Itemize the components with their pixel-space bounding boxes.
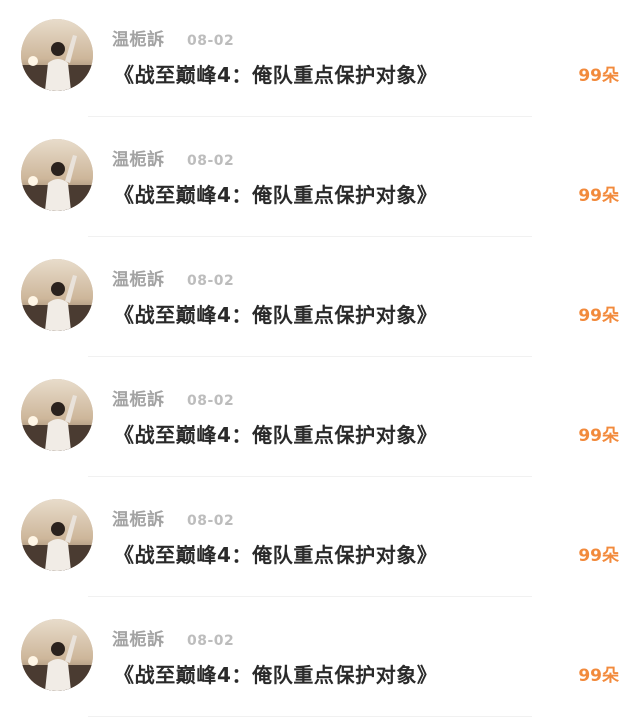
- divider: [88, 116, 532, 117]
- date: 08-02: [187, 153, 235, 169]
- avatar[interactable]: [21, 139, 93, 211]
- divider: [88, 596, 532, 597]
- date: 08-02: [187, 513, 235, 529]
- book-title[interactable]: 《战至巅峰4：俺队重点保护对象》: [114, 541, 438, 569]
- flower-count: 99朵: [578, 186, 619, 206]
- flower-count: 99朵: [578, 666, 619, 686]
- book-title[interactable]: 《战至巅峰4：俺队重点保护对象》: [114, 661, 438, 689]
- flower-count: 99朵: [578, 426, 619, 446]
- gift-record-list: 温栀訴 08-02 《战至巅峰4：俺队重点保护对象》 99朵 温栀訴 08-02…: [0, 0, 640, 722]
- user-avatar-photo-icon: [21, 19, 93, 91]
- list-item[interactable]: 温栀訴 08-02 《战至巅峰4：俺队重点保护对象》 99朵: [0, 360, 640, 480]
- date: 08-02: [187, 33, 235, 49]
- username[interactable]: 温栀訴: [112, 269, 165, 291]
- avatar[interactable]: [21, 19, 93, 91]
- list-item[interactable]: 温栀訴 08-02 《战至巅峰4：俺队重点保护对象》 99朵: [0, 600, 640, 720]
- user-avatar-photo-icon: [21, 139, 93, 211]
- date: 08-02: [187, 633, 235, 649]
- user-avatar-photo-icon: [21, 619, 93, 691]
- list-item[interactable]: 温栀訴 08-02 《战至巅峰4：俺队重点保护对象》 99朵: [0, 240, 640, 360]
- avatar[interactable]: [21, 259, 93, 331]
- username[interactable]: 温栀訴: [112, 389, 165, 411]
- list-item[interactable]: 温栀訴 08-02 《战至巅峰4：俺队重点保护对象》 99朵: [0, 0, 640, 120]
- book-title[interactable]: 《战至巅峰4：俺队重点保护对象》: [114, 181, 438, 209]
- divider: [88, 356, 532, 357]
- list-item[interactable]: 温栀訴 08-02 《战至巅峰4：俺队重点保护对象》 99朵: [0, 480, 640, 600]
- flower-count: 99朵: [578, 546, 619, 566]
- book-title[interactable]: 《战至巅峰4：俺队重点保护对象》: [114, 301, 438, 329]
- user-avatar-photo-icon: [21, 259, 93, 331]
- divider: [88, 716, 532, 717]
- divider: [88, 236, 532, 237]
- avatar[interactable]: [21, 379, 93, 451]
- divider: [88, 476, 532, 477]
- username[interactable]: 温栀訴: [112, 509, 165, 531]
- user-avatar-photo-icon: [21, 499, 93, 571]
- flower-count: 99朵: [578, 66, 619, 86]
- date: 08-02: [187, 273, 235, 289]
- username[interactable]: 温栀訴: [112, 29, 165, 51]
- book-title[interactable]: 《战至巅峰4：俺队重点保护对象》: [114, 61, 438, 89]
- avatar[interactable]: [21, 499, 93, 571]
- list-item[interactable]: 温栀訴 08-02 《战至巅峰4：俺队重点保护对象》 99朵: [0, 120, 640, 240]
- date: 08-02: [187, 393, 235, 409]
- avatar[interactable]: [21, 619, 93, 691]
- flower-count: 99朵: [578, 306, 619, 326]
- book-title[interactable]: 《战至巅峰4：俺队重点保护对象》: [114, 421, 438, 449]
- username[interactable]: 温栀訴: [112, 629, 165, 651]
- user-avatar-photo-icon: [21, 379, 93, 451]
- username[interactable]: 温栀訴: [112, 149, 165, 171]
